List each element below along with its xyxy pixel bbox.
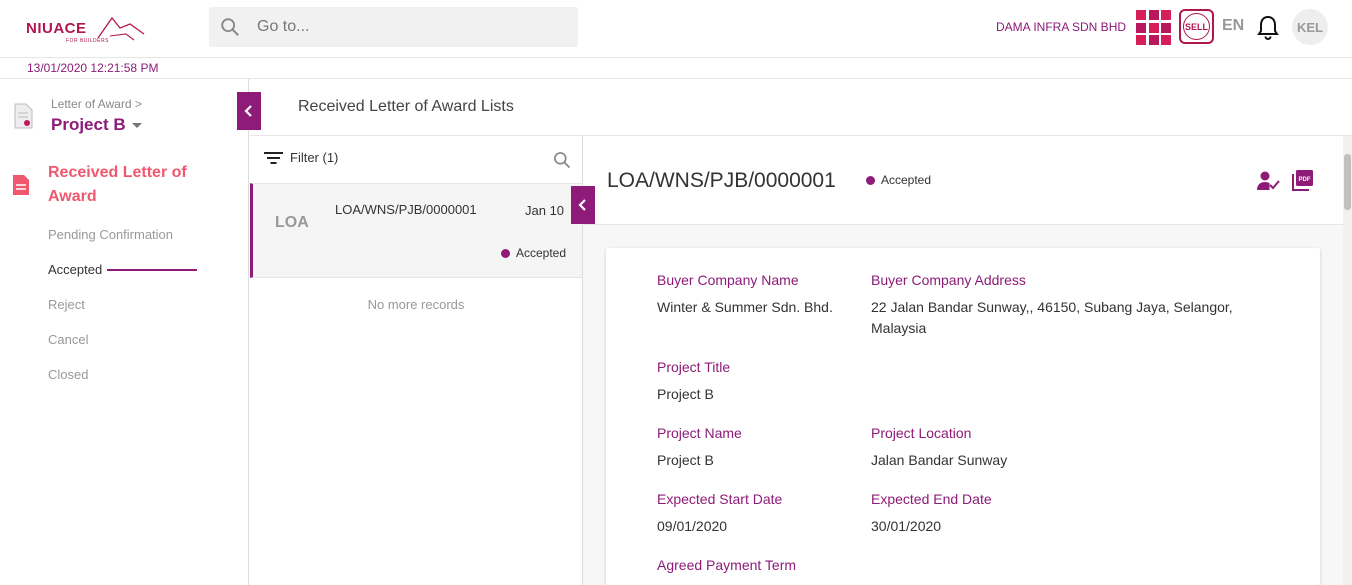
sidebar-item-closed[interactable]: Closed (48, 367, 88, 382)
collapse-list-button[interactable] (571, 186, 595, 224)
filter-icon (264, 151, 283, 164)
bell-icon[interactable] (1256, 14, 1280, 40)
status-label: Accepted (516, 246, 567, 260)
search-icon[interactable] (552, 150, 572, 170)
status-dot-icon (866, 175, 875, 185)
sidebar: Letter of Award > Project B Received Let… (0, 79, 249, 585)
chevron-left-icon (244, 105, 252, 117)
page-title: Received Letter of Award Lists (298, 98, 514, 115)
loa-badge: LOA (275, 214, 309, 231)
record-list-panel: Filter (1) LOA LOA/WNS/PJB/0000001 Jan 1… (250, 136, 583, 585)
project-selector[interactable]: Project B (51, 115, 142, 135)
status-label: Accepted (881, 173, 932, 187)
buyer-company-name-label: Buyer Company Name (657, 272, 799, 288)
buyer-company-name-value: Winter & Summer Sdn. Bhd. (657, 299, 833, 315)
chevron-left-icon (578, 199, 586, 211)
scrollbar-thumb[interactable] (1344, 154, 1351, 210)
filter-button[interactable]: Filter (1) (264, 150, 338, 165)
project-title-label: Project Title (657, 359, 731, 375)
active-indicator (107, 269, 197, 271)
expected-end-date-value: 30/01/2020 (871, 518, 942, 534)
detail-title: LOA/WNS/PJB/0000001 (607, 169, 836, 192)
sidebar-item-accepted[interactable]: Accepted (48, 262, 102, 277)
logo-mark-icon (97, 16, 145, 41)
filter-label: Filter (1) (290, 150, 339, 165)
current-datetime: 13/01/2020 12:21:58 PM (27, 61, 159, 75)
project-name: Project B (51, 115, 126, 134)
sidebar-item-reject[interactable]: Reject (48, 297, 85, 312)
sell-label: SELL (1183, 13, 1210, 40)
logo[interactable]: NIUACE FOR BUILDERS (24, 12, 154, 46)
project-title-value: Project B (657, 386, 714, 402)
status-badge: Accepted (866, 173, 931, 187)
agreed-payment-term-label: Agreed Payment Term (657, 557, 797, 573)
user-check-icon[interactable] (1256, 170, 1280, 192)
buyer-company-address-value: 22 Jalan Bandar Sunway,, 46150, Subang J… (871, 299, 1233, 336)
detail-card: Buyer Company Name Winter & Summer Sdn. … (606, 248, 1320, 585)
status-badge: Accepted (501, 246, 566, 260)
sidebar-item-cancel[interactable]: Cancel (48, 332, 88, 347)
expected-start-date-value: 09/01/2020 (657, 518, 728, 534)
apps-grid-icon[interactable] (1136, 10, 1171, 45)
project-location-value: Jalan Bandar Sunway (871, 452, 1008, 468)
document-icon (13, 175, 29, 195)
company-name: DAMA INFRA SDN BHD (996, 20, 1127, 34)
project-name-value: Project B (657, 452, 714, 468)
sell-mode-button[interactable]: SELL (1179, 9, 1214, 44)
buyer-company-address-label: Buyer Company Address (871, 272, 1026, 288)
status-dot-icon (501, 248, 510, 258)
list-item-ref: LOA/WNS/PJB/0000001 (335, 202, 477, 217)
caret-down-icon (131, 123, 142, 129)
language-selector[interactable]: EN (1222, 17, 1244, 35)
expected-end-date-label: Expected End Date (871, 491, 992, 507)
top-bar: NIUACE FOR BUILDERS DAMA INFRA SDN BHD S… (0, 0, 1352, 58)
project-location-label: Project Location (871, 425, 972, 441)
sidebar-item-pending-confirmation[interactable]: Pending Confirmation (48, 227, 173, 242)
search-bar[interactable] (209, 7, 578, 47)
search-icon (221, 18, 239, 36)
section-title[interactable]: Received Letter of Award (48, 161, 208, 209)
collapse-sidebar-button[interactable] (237, 92, 261, 130)
svg-text:PDF: PDF (1299, 177, 1311, 183)
expected-start-date-label: Expected Start Date (657, 491, 783, 507)
list-item-date: Jan 10 (525, 203, 565, 218)
scrollbar[interactable] (1343, 136, 1352, 585)
logo-text: NIUACE (26, 20, 87, 37)
search-input[interactable] (257, 7, 567, 47)
end-of-list-text: No more records (367, 297, 465, 312)
project-name-label: Project Name (657, 425, 742, 441)
pdf-icon[interactable]: PDF (1292, 169, 1314, 191)
breadcrumb[interactable]: Letter of Award > (51, 97, 142, 111)
list-item[interactable]: LOA LOA/WNS/PJB/0000001 Jan 10 Accepted (250, 183, 582, 278)
document-icon (14, 103, 33, 129)
avatar[interactable]: KEL (1292, 9, 1328, 45)
